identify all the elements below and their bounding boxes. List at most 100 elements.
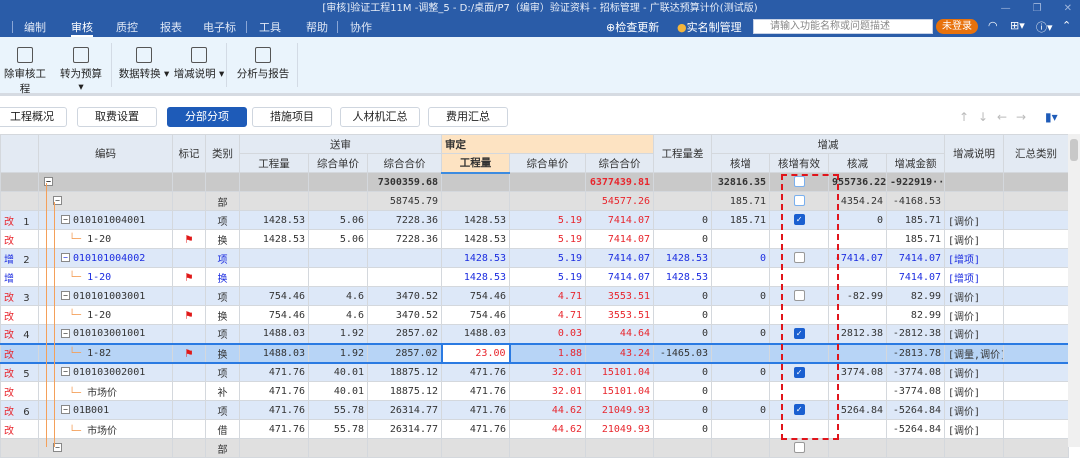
sd-qty-cell[interactable]: 754.46 — [441, 286, 511, 306]
feature-search-input[interactable]: 请输入功能名称或问题描述 — [753, 19, 933, 34]
sd-price-cell[interactable]: 0.03 — [509, 324, 587, 344]
code-cell[interactable]: └─ 市场价 — [38, 419, 173, 439]
ss-total-cell[interactable]: 18875.12 — [366, 362, 443, 382]
sd-total-cell[interactable]: 7414.07 — [585, 248, 655, 268]
ss-price-cell[interactable]: 5.06 — [308, 229, 368, 249]
amount-cell[interactable]: -2813.78 — [886, 342, 946, 364]
tab-measures[interactable]: 措施项目 — [252, 107, 332, 127]
amount-cell[interactable]: 185.71 — [886, 210, 946, 230]
amount-cell[interactable]: -922919··· — [886, 172, 946, 192]
sd-total-cell[interactable]: 21049.93 — [585, 419, 655, 439]
sd-total-cell[interactable]: 54577.26 — [585, 191, 655, 211]
table-row[interactable]: − 7300359.68 6377439.81 32816.35 955736.22 -9… — [0, 172, 1070, 192]
sd-qty-cell[interactable]: 1428.53 — [441, 229, 511, 249]
restore-button[interactable]: ❐ — [1033, 3, 1042, 14]
sd-qty-cell[interactable] — [441, 438, 511, 458]
code-cell[interactable]: − — [38, 172, 173, 192]
menu-ebid[interactable]: 电子标 — [203, 19, 236, 35]
ss-total-cell[interactable]: 2857.02 — [366, 342, 443, 364]
inc-cell[interactable]: 0 — [711, 324, 771, 344]
ss-price-cell[interactable]: 40.01 — [308, 381, 368, 401]
note-cell[interactable] — [944, 172, 1005, 192]
row-header[interactable]: 改 6 — [0, 400, 39, 420]
ss-qty-cell[interactable]: 1428.53 — [239, 210, 309, 230]
ss-total-cell[interactable]: 2857.02 — [366, 324, 443, 344]
note-cell[interactable]: [调价] — [944, 362, 1005, 382]
amount-cell[interactable]: -2812.38 — [886, 324, 946, 344]
move-left-icon[interactable]: ← — [997, 110, 1007, 124]
sd-total-cell[interactable]: 44.64 — [585, 324, 655, 344]
col-mark[interactable]: 标记 — [172, 134, 206, 173]
dec-cell[interactable] — [828, 267, 888, 287]
qty-diff-cell[interactable] — [653, 191, 713, 211]
inc-cell[interactable] — [711, 267, 771, 287]
analysis-report-button[interactable]: 分析与报告 — [232, 47, 294, 81]
ss-qty-cell[interactable]: 471.76 — [239, 419, 309, 439]
summary-cell[interactable] — [1003, 286, 1070, 306]
sd-price-cell[interactable]: 44.62 — [509, 400, 587, 420]
amount-cell[interactable]: 82.99 — [886, 286, 946, 306]
dec-cell[interactable]: 5264.84 — [828, 400, 888, 420]
col-inc-valid[interactable]: 核增有效 — [769, 153, 830, 173]
code-cell[interactable]: −010101004001 — [38, 210, 173, 230]
sd-qty-cell[interactable]: 1428.53 — [441, 210, 511, 230]
code-cell[interactable]: └─ 1-20 — [38, 229, 173, 249]
inc-valid-checkbox[interactable] — [793, 442, 805, 454]
dec-cell[interactable] — [828, 381, 888, 401]
table-row[interactable]: 改 └─ 市场价补 471.76 40.01 18875.12 471.76 32.01 1… — [0, 381, 1070, 401]
inc-valid-checkbox[interactable] — [793, 290, 805, 302]
note-cell[interactable]: [调价] — [944, 286, 1005, 306]
ss-total-cell[interactable] — [366, 438, 443, 458]
dec-cell[interactable] — [828, 342, 888, 364]
inc-valid-cell[interactable] — [769, 342, 830, 364]
collapse-icon[interactable]: − — [61, 405, 70, 414]
inc-cell[interactable]: 185.71 — [711, 191, 771, 211]
tab-fee-settings[interactable]: 取费设置 — [77, 107, 157, 127]
ss-qty-cell[interactable]: 1428.53 — [239, 229, 309, 249]
table-row[interactable]: 改 6−01B001 项 471.76 55.78 26314.77 471.76 44.6… — [0, 400, 1070, 420]
inc-valid-checkbox[interactable]: ✓ — [793, 404, 805, 416]
sd-price-cell[interactable]: 44.62 — [509, 419, 587, 439]
amount-cell[interactable] — [886, 438, 946, 458]
ss-total-cell[interactable]: 18875.12 — [366, 381, 443, 401]
inc-cell[interactable] — [711, 229, 771, 249]
amount-cell[interactable]: -4168.53 — [886, 191, 946, 211]
code-cell[interactable]: └─ 1-20 — [38, 305, 173, 325]
dec-cell[interactable]: 4354.24 — [828, 191, 888, 211]
table-row[interactable]: 改 └─ 1-82 ⚑ 换 1488.03 1.92 2857.02 23.00 1.88 43… — [0, 342, 1070, 364]
ss-price-cell[interactable]: 1.92 — [308, 342, 368, 364]
col-code[interactable]: 编码 — [38, 134, 173, 173]
inc-cell[interactable]: 0 — [711, 286, 771, 306]
inc-valid-checkbox[interactable] — [793, 176, 805, 188]
code-cell[interactable]: −010103001001 — [38, 324, 173, 344]
amount-cell[interactable]: 7414.07 — [886, 248, 946, 268]
inc-valid-cell[interactable]: ✓ — [769, 324, 830, 344]
amount-cell[interactable]: -5264.84 — [886, 400, 946, 420]
move-right-icon[interactable]: → — [1016, 110, 1026, 124]
inc-valid-cell[interactable] — [769, 267, 830, 287]
ss-total-cell[interactable] — [366, 248, 443, 268]
sd-price-cell[interactable]: 32.01 — [509, 362, 587, 382]
summary-cell[interactable] — [1003, 362, 1070, 382]
sd-total-cell[interactable]: 3553.51 — [585, 286, 655, 306]
sd-total-cell[interactable]: 3553.51 — [585, 305, 655, 325]
dec-cell[interactable]: 0 — [828, 210, 888, 230]
sd-total-cell[interactable]: 6377439.81 — [585, 172, 655, 192]
note-cell[interactable]: [调价] — [944, 419, 1005, 439]
inc-cell[interactable]: 0 — [711, 248, 771, 268]
row-header[interactable]: 改 4 — [0, 324, 39, 344]
sd-total-cell[interactable]: 43.24 — [585, 342, 655, 364]
table-row[interactable]: 改 └─ 1-20 ⚑ 换 754.46 4.6 3470.52 754.46 4.71 355… — [0, 305, 1070, 325]
dec-cell[interactable]: 955736.22 — [828, 172, 888, 192]
ss-qty-cell[interactable]: 471.76 — [239, 362, 309, 382]
table-row[interactable]: 改 1−010101004001 项 1428.53 5.06 7228.36 1428.… — [0, 210, 1070, 230]
col-dec[interactable]: 核减 — [828, 153, 888, 173]
inc-cell[interactable]: 0 — [711, 362, 771, 382]
qty-diff-cell[interactable] — [653, 438, 713, 458]
inc-valid-cell[interactable] — [769, 381, 830, 401]
table-row[interactable]: − 部 — [0, 438, 1070, 458]
minimize-button[interactable]: — — [1001, 3, 1011, 14]
inc-valid-checkbox[interactable]: ✓ — [793, 328, 805, 339]
sd-qty-cell[interactable] — [441, 172, 511, 192]
collapse-icon[interactable]: − — [61, 253, 70, 262]
